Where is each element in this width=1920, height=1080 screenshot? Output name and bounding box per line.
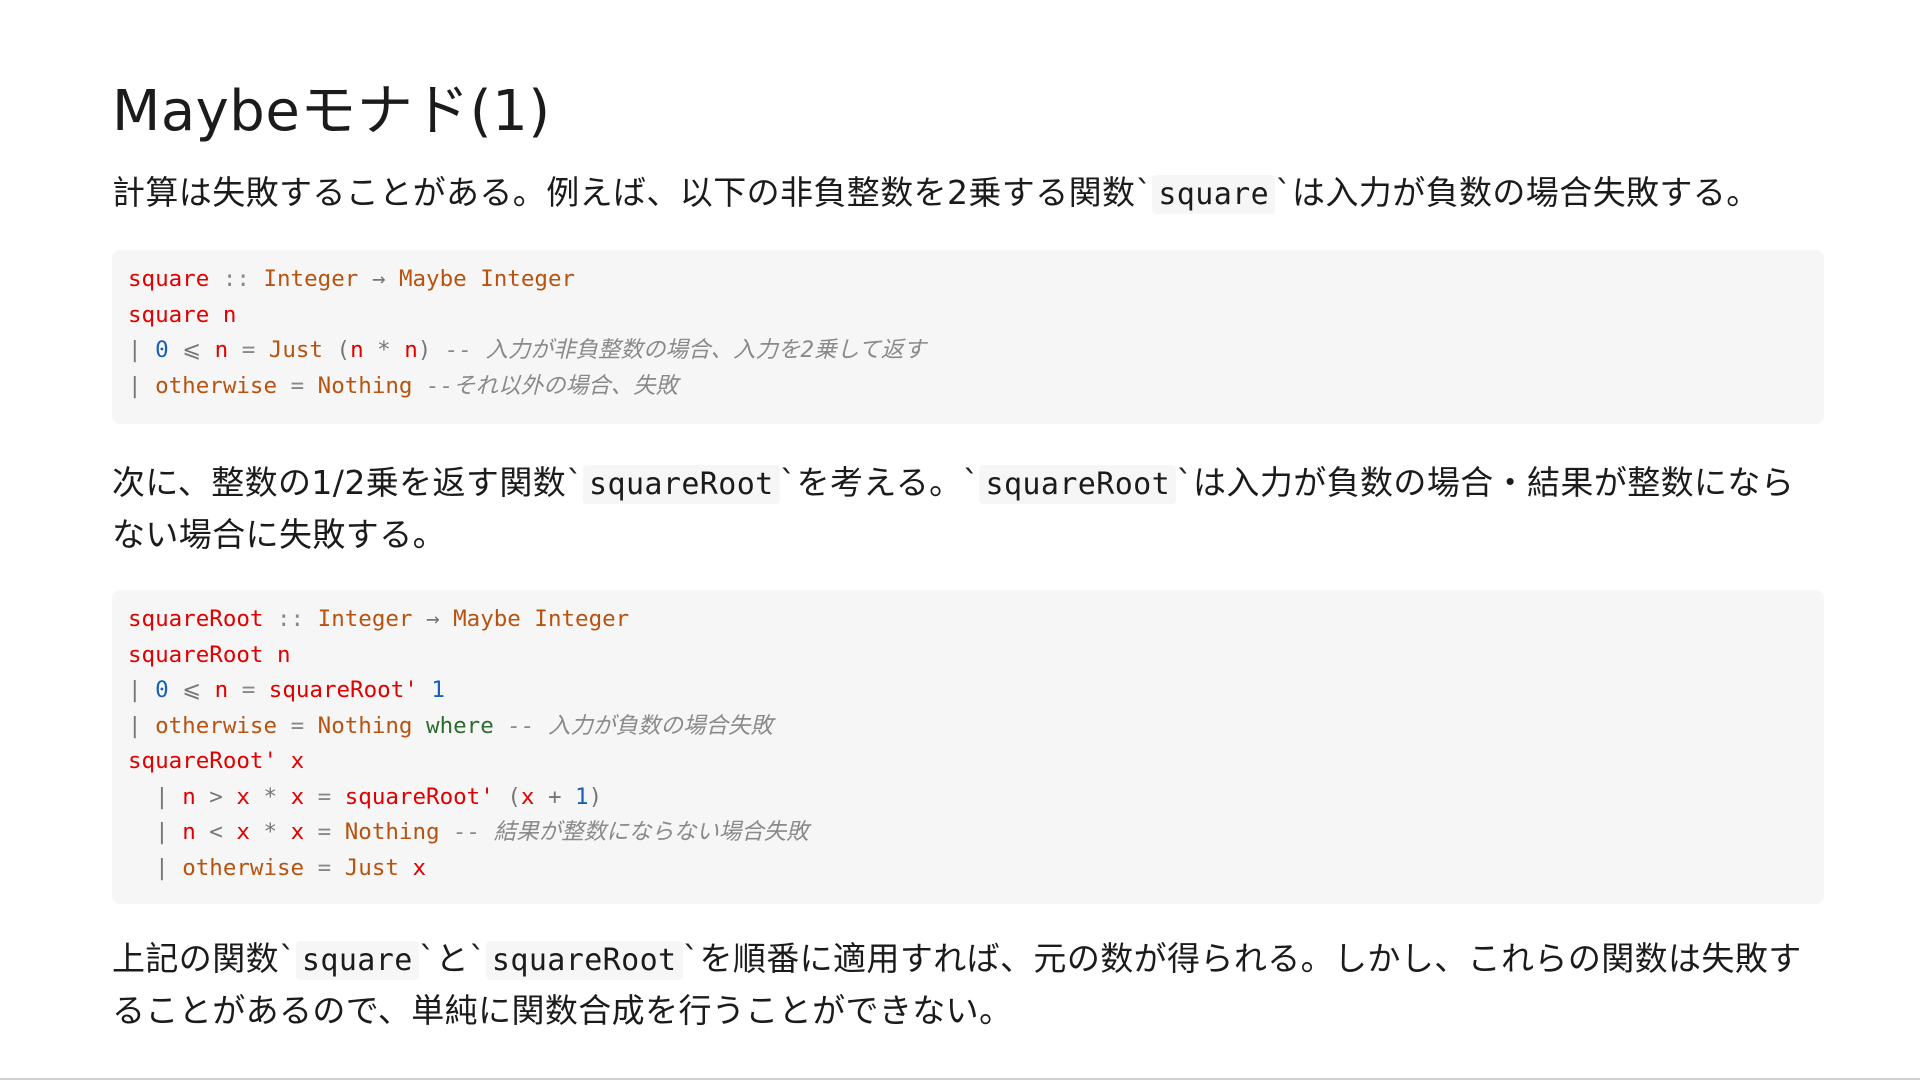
inline-code-squareroot: squareRoot [583,465,780,504]
slide: Maybeモナド(1) 計算は失敗することがある。例えば、以下の非負整数を2乗す… [0,0,1920,1080]
para2-text-middle: を考える。 [796,463,963,502]
para1-text-after: は入力が負数の場合失敗する。 [1292,173,1760,212]
code-line: | n < x * x = Nothing -- 結果が整数にならない場合失敗 [155,819,809,845]
code-block-square: square :: Integer → Maybe Integersquare … [112,250,1824,424]
code-line: squareRoot' x [128,748,305,774]
code-line: squareRoot :: Integer → Maybe Integer [128,606,630,632]
inline-code-square: square [1152,175,1276,214]
slide-title: Maybeモナド(1) [112,79,551,144]
code-line: squareRoot n [128,641,291,668]
paragraph-squareroot: 次に、整数の1/2乗を返す関数` squareRoot `を考える。` squareR… [112,463,1795,554]
code-line: | otherwise = Nothing --それ以外の場合、失敗 [128,372,679,399]
para3-text-middle: と [435,939,469,978]
code-line: | otherwise = Nothing where -- 入力が負数の場合失… [128,712,773,739]
inline-code-square-2: square [295,941,419,980]
para3-text-before: 上記の関数 [112,939,279,978]
code-line: square n [128,301,237,328]
paragraph-composition: 上記の関数` square `と` squareRoot `を順番に適用すれば、元の数が… [112,939,1802,1030]
paragraph-intro: 計算は失敗することがある。例えば、以下の非負整数を2乗する関数` square `は… [112,173,1760,214]
code-line: | n > x * x = squareRoot' (x + 1) [155,783,603,810]
code-line: | 0 ⩽ n = Just (n * n) -- 入力が非負整数の場合、入力を… [128,337,926,363]
slide-content: Maybeモナド(1) 計算は失敗することがある。例えば、以下の非負整数を2乗す… [112,70,1824,1036]
code-line: | otherwise = Just x [155,854,427,881]
inline-code-squareroot-3: squareRoot [485,941,683,980]
para2-text-before: 次に、整数の1/2乗を返す関数 [112,463,567,502]
code-line: square :: Integer → Maybe Integer [128,266,576,292]
code-line: | 0 ⩽ n = squareRoot' 1 [128,677,445,703]
inline-code-squareroot-2: squareRoot [979,465,1177,504]
para1-text-before: 計算は失敗することがある。例えば、以下の非負整数を2乗する関数 [112,173,1136,212]
code-block-squareroot: squareRoot :: Integer → Maybe Integersqu… [112,590,1824,904]
